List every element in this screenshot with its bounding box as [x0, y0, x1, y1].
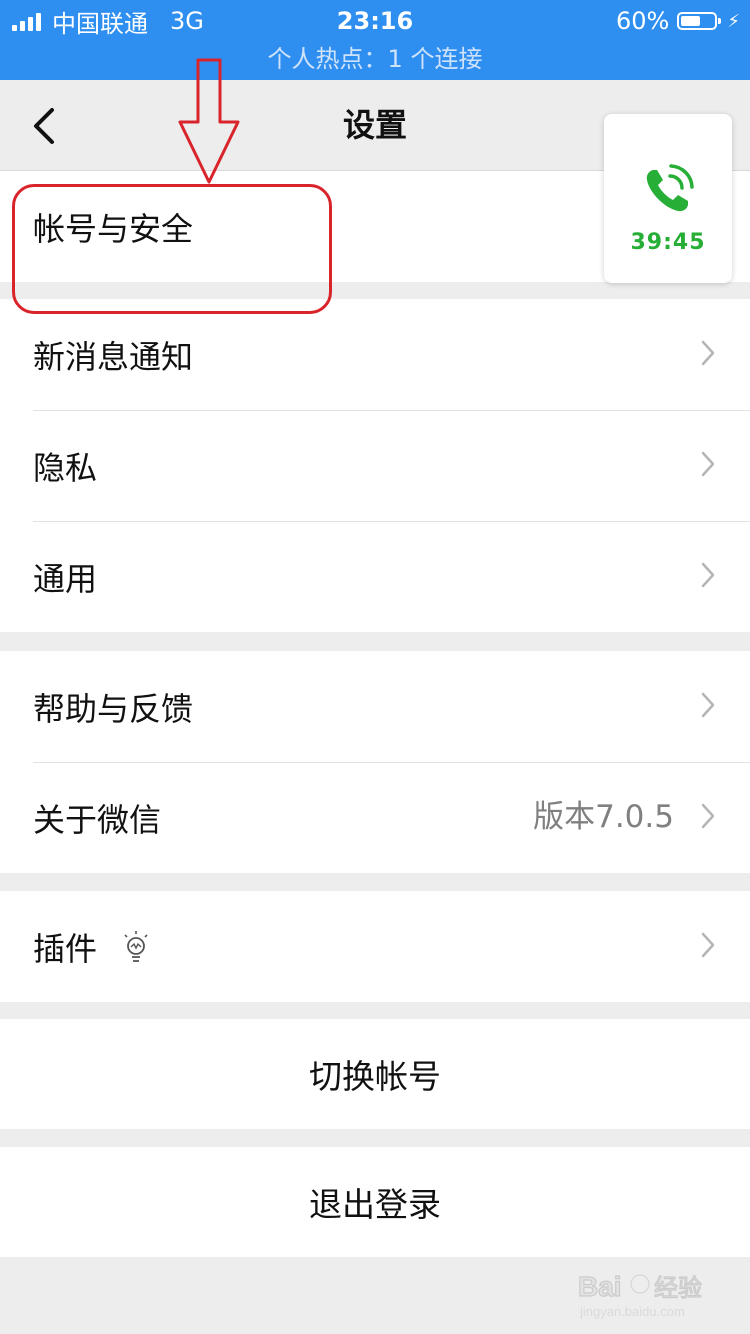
settings-item-label: 新消息通知 — [33, 337, 194, 376]
settings-item-plugins[interactable]: 插件 — [0, 891, 750, 1002]
settings-item-general[interactable]: 通用 — [0, 521, 750, 632]
chevron-right-icon — [701, 932, 715, 958]
group-switch-account: 切换帐号 — [0, 1019, 750, 1129]
hotspot-banner[interactable]: 个人热点：1 个连接 — [0, 42, 750, 76]
lightbulb-icon — [124, 930, 148, 962]
phone-call-icon — [646, 164, 694, 212]
battery-percent: 60% — [616, 7, 670, 35]
svg-text:Bai: Bai — [578, 1271, 622, 1302]
svg-text:经验: 经验 — [654, 1274, 702, 1302]
chevron-right-icon — [701, 562, 715, 588]
floating-call-widget[interactable]: 39:45 — [604, 114, 732, 283]
settings-item-label: 隐私 — [33, 448, 98, 487]
settings-item-label: 插件 — [33, 929, 98, 968]
settings-item-label: 通用 — [33, 559, 98, 598]
chevron-right-icon — [701, 451, 715, 477]
status-bar: 中国联通 3G 23:16 60% ⚡ 个人热点：1 个连接 — [0, 0, 750, 80]
status-right: 60% ⚡ — [616, 4, 740, 38]
group-help: 帮助与反馈 关于微信 版本7.0.5 — [0, 651, 750, 873]
baidu-jingyan-watermark: Bai 经验 jingyan.baidu.com — [577, 1270, 702, 1319]
group-logout: 退出登录 — [0, 1147, 750, 1257]
settings-item-about[interactable]: 关于微信 版本7.0.5 — [0, 762, 750, 873]
settings-item-help-feedback[interactable]: 帮助与反馈 — [0, 651, 750, 762]
group-plugins: 插件 — [0, 891, 750, 1002]
call-duration: 39:45 — [630, 230, 706, 255]
group-notifications: 新消息通知 隐私 通用 — [0, 299, 750, 632]
svg-text:jingyan.baidu.com: jingyan.baidu.com — [579, 1304, 685, 1319]
chevron-right-icon — [701, 340, 715, 366]
battery-icon — [677, 12, 722, 30]
chevron-right-icon — [701, 803, 715, 829]
switch-account-button[interactable]: 切换帐号 — [0, 1019, 750, 1129]
charging-icon: ⚡ — [727, 10, 740, 32]
annotation-highlight-box — [12, 184, 332, 314]
settings-item-label: 帮助与反馈 — [33, 689, 194, 728]
version-value: 版本7.0.5 — [533, 799, 674, 835]
chevron-right-icon — [701, 692, 715, 718]
settings-item-label: 关于微信 — [33, 800, 162, 839]
settings-item-new-message-notification[interactable]: 新消息通知 — [0, 299, 750, 410]
logout-button[interactable]: 退出登录 — [0, 1147, 750, 1257]
annotation-arrow-icon — [178, 58, 240, 184]
settings-item-privacy[interactable]: 隐私 — [0, 410, 750, 521]
